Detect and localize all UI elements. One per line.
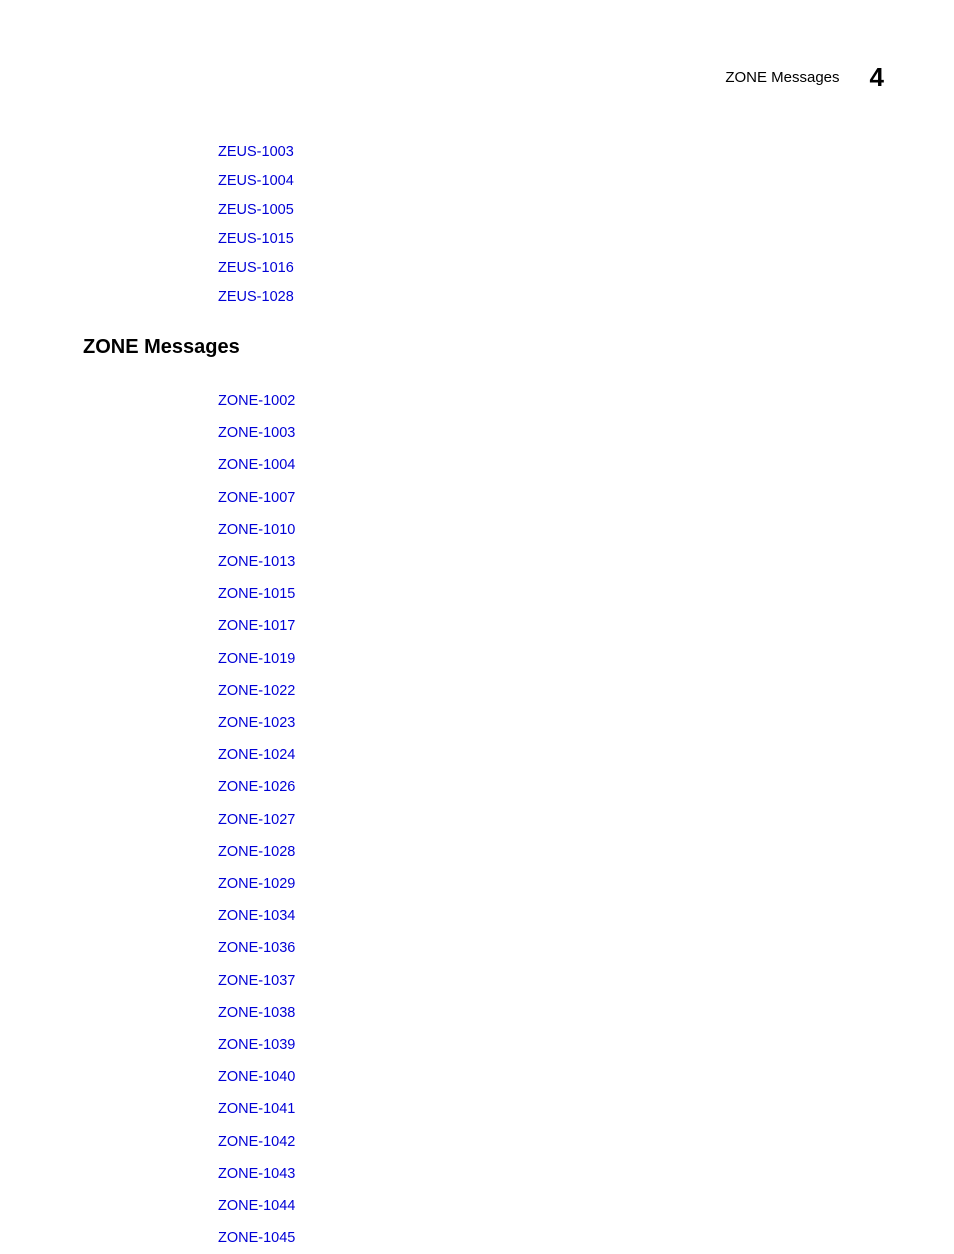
zeus-link[interactable]: ZEUS-1004 bbox=[218, 167, 884, 196]
zeus-link-list: ZEUS-1003ZEUS-1004ZEUS-1005ZEUS-1015ZEUS… bbox=[218, 138, 884, 312]
page-header: ZONE Messages 4 bbox=[725, 62, 884, 93]
zone-link[interactable]: ZONE-1015 bbox=[218, 578, 884, 610]
zone-link[interactable]: ZONE-1022 bbox=[218, 675, 884, 707]
zeus-link[interactable]: ZEUS-1003 bbox=[218, 138, 884, 167]
zone-link[interactable]: ZONE-1036 bbox=[218, 932, 884, 964]
zone-link[interactable]: ZONE-1024 bbox=[218, 739, 884, 771]
zeus-link[interactable]: ZEUS-1015 bbox=[218, 225, 884, 254]
zone-link[interactable]: ZONE-1017 bbox=[218, 610, 884, 642]
zone-link[interactable]: ZONE-1029 bbox=[218, 868, 884, 900]
zone-link[interactable]: ZONE-1034 bbox=[218, 900, 884, 932]
zone-link[interactable]: ZONE-1040 bbox=[218, 1061, 884, 1093]
zone-link[interactable]: ZONE-1007 bbox=[218, 482, 884, 514]
zeus-link[interactable]: ZEUS-1028 bbox=[218, 283, 884, 312]
zeus-link[interactable]: ZEUS-1005 bbox=[218, 196, 884, 225]
zone-link[interactable]: ZONE-1043 bbox=[218, 1158, 884, 1190]
zone-link[interactable]: ZONE-1042 bbox=[218, 1126, 884, 1158]
zone-link[interactable]: ZONE-1023 bbox=[218, 707, 884, 739]
zone-link-list: ZONE-1002ZONE-1003ZONE-1004ZONE-1007ZONE… bbox=[218, 385, 884, 1254]
zone-link[interactable]: ZONE-1028 bbox=[218, 836, 884, 868]
zone-link[interactable]: ZONE-1004 bbox=[218, 449, 884, 481]
zone-link[interactable]: ZONE-1037 bbox=[218, 965, 884, 997]
zone-link[interactable]: ZONE-1002 bbox=[218, 385, 884, 417]
zone-link[interactable]: ZONE-1038 bbox=[218, 997, 884, 1029]
zone-link[interactable]: ZONE-1010 bbox=[218, 514, 884, 546]
zeus-link[interactable]: ZEUS-1016 bbox=[218, 254, 884, 283]
zone-link[interactable]: ZONE-1027 bbox=[218, 804, 884, 836]
zone-link[interactable]: ZONE-1044 bbox=[218, 1190, 884, 1222]
zone-link[interactable]: ZONE-1013 bbox=[218, 546, 884, 578]
zone-link[interactable]: ZONE-1026 bbox=[218, 771, 884, 803]
zone-link[interactable]: ZONE-1003 bbox=[218, 417, 884, 449]
zone-link[interactable]: ZONE-1041 bbox=[218, 1093, 884, 1125]
section-heading-zone-messages: ZONE Messages bbox=[83, 336, 884, 359]
zone-link[interactable]: ZONE-1019 bbox=[218, 643, 884, 675]
page-content: ZEUS-1003ZEUS-1004ZEUS-1005ZEUS-1015ZEUS… bbox=[83, 138, 884, 1254]
zone-link[interactable]: ZONE-1045 bbox=[218, 1222, 884, 1254]
zone-link[interactable]: ZONE-1039 bbox=[218, 1029, 884, 1061]
header-title: ZONE Messages bbox=[725, 69, 839, 86]
chapter-number: 4 bbox=[870, 62, 884, 93]
